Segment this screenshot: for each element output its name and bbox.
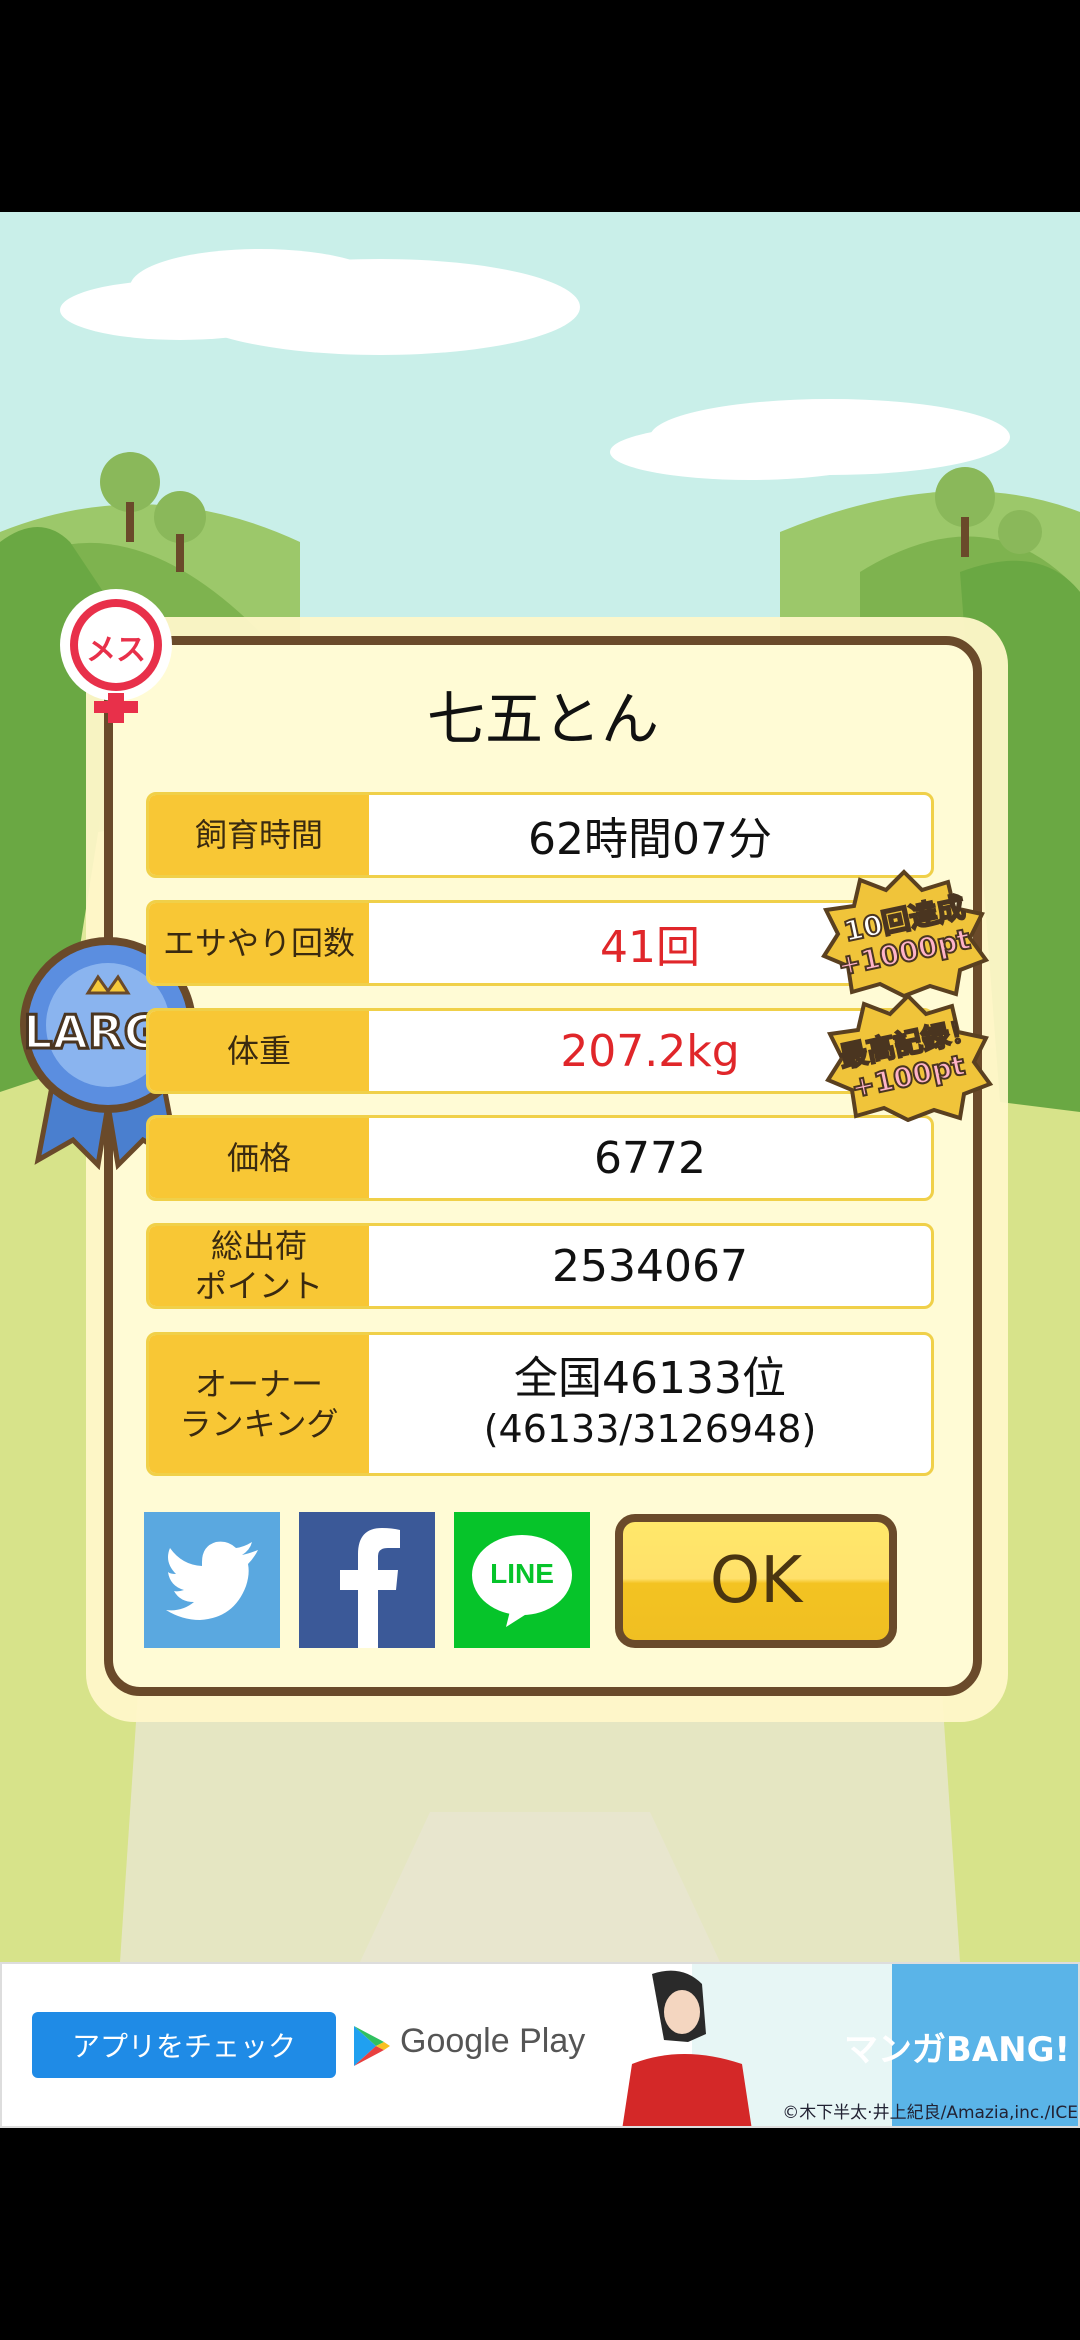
manga-character-illustration: [622, 1970, 752, 2126]
ok-button[interactable]: OK: [615, 1514, 897, 1648]
stat-value: 62時間07分: [528, 814, 772, 865]
female-badge: メス: [52, 585, 180, 727]
stat-label: 総出荷 ポイント: [149, 1226, 369, 1306]
ranking-fraction: (46133/3126948): [483, 1407, 817, 1451]
stat-row-feed-count: エサやり回数 41回: [146, 900, 934, 986]
bonus-badge-record: 最高記録！ +100pt: [822, 992, 994, 1123]
twitter-bird-icon: [166, 1541, 258, 1620]
stat-label: 体重: [149, 1011, 369, 1091]
ad-copyright: ©木下半太·井上紀良/Amazia,inc./ICE: [782, 2103, 1078, 2123]
stat-row-price: 価格 6772: [146, 1115, 934, 1201]
facebook-f-icon: [340, 1528, 400, 1648]
line-label: LINE: [490, 1558, 554, 1589]
google-play-icon: [354, 2026, 390, 2066]
stat-value: 6772: [594, 1132, 706, 1184]
stat-value: 2534067: [552, 1240, 748, 1292]
google-play-label: Google Play: [400, 2022, 586, 2060]
stat-row-weight: 体重 207.2kg: [146, 1008, 934, 1094]
stat-label: 価格: [149, 1118, 369, 1198]
line-share-button[interactable]: LINE: [454, 1512, 590, 1648]
ranking-position: 全国46133位: [514, 1353, 786, 1404]
ranking-value: 全国46133位 (46133/3126948): [369, 1335, 931, 1473]
facebook-share-button[interactable]: [299, 1512, 435, 1648]
bonus-badge-feed: 10回達成 +1000pt: [818, 868, 990, 999]
ad-check-app-button[interactable]: アプリをチェック: [32, 2012, 336, 2078]
navigation-bar-area: [0, 2128, 1080, 2340]
ad-brand-label: マンガBANG!: [843, 2030, 1071, 2070]
twitter-share-button[interactable]: [144, 1512, 280, 1648]
stat-row-shipping-points: 総出荷 ポイント 2534067: [146, 1223, 934, 1309]
stat-row-breeding-time: 飼育時間 62時間07分: [146, 792, 934, 878]
stat-row-owner-ranking: オーナー ランキング 全国46133位 (46133/3126948): [146, 1332, 934, 1476]
pig-name-title: 七五とん: [426, 685, 659, 753]
stat-label: オーナー ランキング: [149, 1335, 369, 1473]
gender-label: メス: [86, 633, 146, 668]
stat-label: エサやり回数: [149, 903, 369, 983]
stat-label: 飼育時間: [149, 795, 369, 875]
